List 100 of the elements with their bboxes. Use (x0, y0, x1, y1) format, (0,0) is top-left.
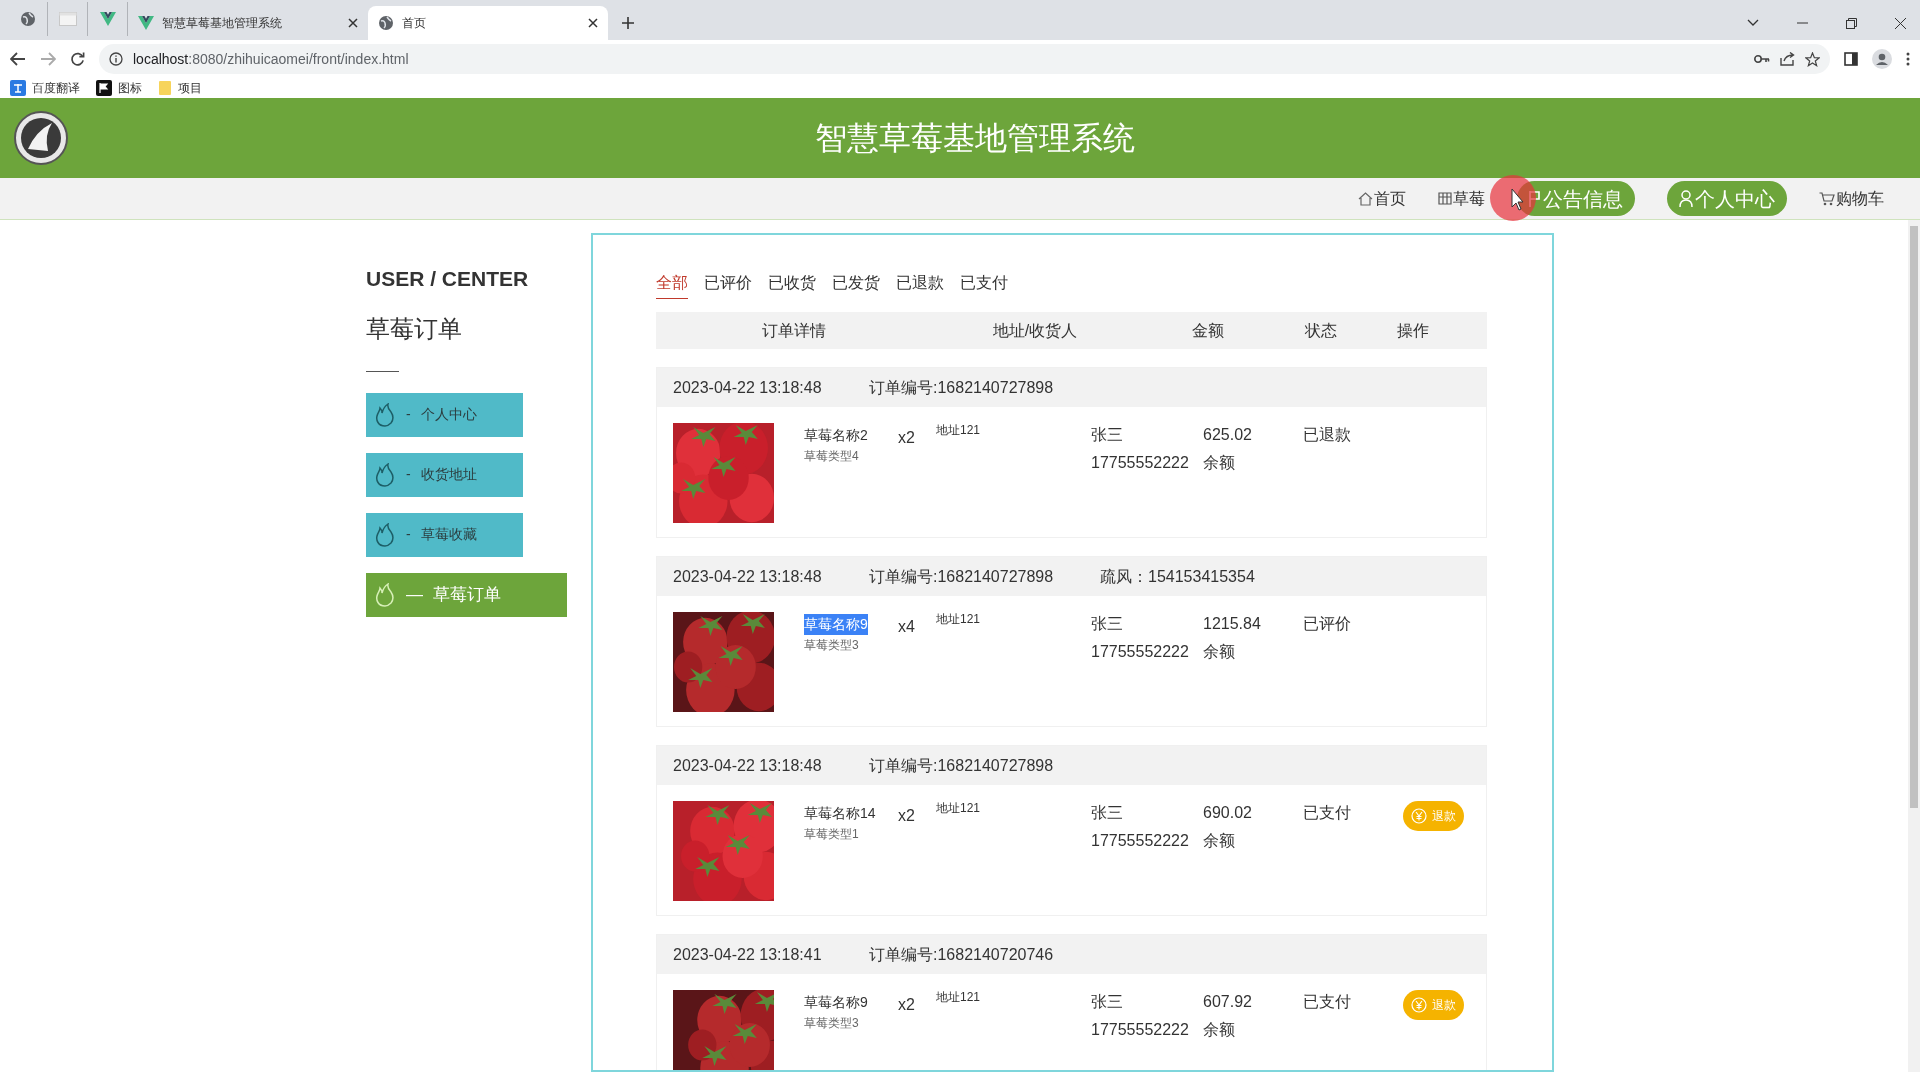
order-number: 订单编号:1682140720746 (869, 944, 1055, 965)
amount: 1215.84 (1203, 614, 1261, 634)
flame-icon (374, 582, 396, 607)
product-type: 草莓类型4 (804, 448, 859, 465)
section-heading: USER / CENTER (366, 266, 529, 292)
share-icon[interactable] (1780, 52, 1795, 66)
star-icon[interactable] (1805, 51, 1820, 67)
column-header: 地址/收货人 (992, 320, 1078, 341)
quantity: x2 (898, 807, 915, 824)
phone-number: 17755552222 (1091, 831, 1189, 851)
browser-tab[interactable]: 首页 (368, 6, 608, 40)
phone-number: 17755552222 (1091, 1020, 1189, 1040)
reload-icon[interactable] (70, 51, 85, 67)
nav-link[interactable]: 草莓 (1438, 186, 1485, 211)
v-logo-icon (99, 12, 116, 26)
receiver-name: 张三 (1091, 425, 1123, 445)
receiver-name: 张三 (1091, 614, 1123, 634)
quantity: x2 (898, 429, 915, 446)
logo-icon (14, 111, 68, 165)
url-text: localhost:8080/zhihuicaomei/front/index.html (133, 49, 409, 69)
order-number: 订单编号:1682140727898 (869, 755, 1055, 776)
flame-icon (374, 462, 396, 487)
address-bar[interactable]: localhost:8080/zhihuicaomei/front/index.html (99, 44, 1830, 74)
flag-icon (96, 80, 112, 96)
payment-method: 余额 (1203, 831, 1235, 851)
payment-method: 余额 (1203, 642, 1235, 662)
profile-icon[interactable] (1872, 49, 1892, 69)
cursor-highlight-icon (1490, 175, 1536, 221)
person-icon (1679, 189, 1693, 208)
bookmark[interactable]: 图标 (96, 79, 142, 97)
globe-icon (378, 15, 394, 31)
close-icon[interactable] (348, 18, 358, 28)
sidebar-item[interactable]: - 收货地址 (366, 452, 523, 497)
nav-link[interactable]: 首页 (1358, 186, 1406, 211)
scrollbar-thumb[interactable] (1910, 226, 1918, 808)
address: 地址121 (936, 423, 981, 437)
new-tab-icon[interactable] (622, 17, 634, 29)
amount: 690.02 (1203, 803, 1252, 823)
browser-tab[interactable]: 智慧草莓基地管理系统 (128, 6, 368, 40)
filter-tab[interactable]: 已收货 (768, 271, 816, 299)
payment-method: 余额 (1203, 1020, 1235, 1040)
back-arrow-icon[interactable] (10, 52, 26, 66)
order-time: 2023-04-22 13:18:41 (673, 944, 823, 965)
order-note: 疏风：154153415354 (1100, 566, 1255, 587)
close-icon[interactable] (588, 18, 598, 28)
section-title: 草莓订单 (366, 313, 462, 344)
info-icon[interactable] (109, 52, 123, 66)
side-panel-icon[interactable] (1844, 52, 1858, 66)
menu-icon[interactable] (1906, 52, 1910, 66)
product-name: 草莓名称14 (804, 804, 876, 823)
order-status: 已评价 (1303, 615, 1351, 632)
product-type: 草莓类型1 (804, 826, 859, 843)
translate-icon (10, 80, 26, 96)
order-number: 订单编号:1682140727898 (869, 566, 1055, 587)
order-time: 2023-04-22 13:18:48 (673, 755, 823, 776)
home-icon (1358, 191, 1373, 206)
filter-tab[interactable]: 已退款 (896, 271, 944, 299)
product-name: 草莓名称2 (804, 426, 868, 445)
phone-number: 17755552222 (1091, 642, 1189, 662)
page-icon (58, 12, 77, 26)
flame-icon (374, 402, 396, 427)
bookmark[interactable]: 项目 (158, 79, 202, 97)
sidebar-item[interactable]: - 草莓收藏 (366, 512, 523, 557)
phone-number: 17755552222 (1091, 453, 1189, 473)
key-icon[interactable] (1754, 54, 1770, 64)
filter-tab[interactable]: 已发货 (832, 271, 880, 299)
nav-link[interactable]: 购物车 (1819, 186, 1884, 211)
chevron-down-icon[interactable] (1747, 19, 1759, 27)
product-name: 草莓名称9 (804, 614, 868, 635)
order-status: 已支付 (1303, 804, 1351, 821)
product-type: 草莓类型3 (804, 1015, 859, 1032)
amount: 625.02 (1203, 425, 1252, 445)
order-status: 已支付 (1303, 993, 1351, 1010)
grid-icon (1438, 192, 1452, 205)
order-time: 2023-04-22 13:18:48 (673, 566, 823, 587)
folder-icon (158, 80, 172, 96)
address: 地址121 (936, 612, 981, 626)
yen-icon (1411, 997, 1427, 1013)
close-icon[interactable] (1895, 17, 1906, 29)
receiver-name: 张三 (1091, 992, 1123, 1012)
filter-tab[interactable]: 全部 (656, 271, 688, 299)
filter-tab[interactable]: 已评价 (704, 271, 752, 299)
receiver-name: 张三 (1091, 803, 1123, 823)
order-status: 已退款 (1303, 426, 1351, 443)
sidebar-item[interactable]: - 个人中心 (366, 392, 523, 437)
product-type: 草莓类型3 (804, 637, 859, 654)
filter-tab[interactable]: 已支付 (960, 271, 1008, 299)
column-header: 状态 (1305, 320, 1337, 341)
order-time: 2023-04-22 13:18:48 (673, 377, 823, 398)
column-header: 金额 (1192, 320, 1224, 341)
address: 地址121 (936, 990, 981, 1004)
restore-icon[interactable] (1846, 17, 1857, 29)
flame-icon (374, 522, 396, 547)
payment-method: 余额 (1203, 453, 1235, 473)
order-number: 订单编号:1682140727898 (869, 377, 1055, 398)
column-header: 订单详情 (762, 320, 826, 341)
product-name: 草莓名称9 (804, 993, 868, 1012)
bookmark[interactable]: 百度翻译 (10, 79, 80, 97)
site-title: 智慧草莓基地管理系统 (815, 119, 1135, 158)
globe-icon (19, 11, 36, 27)
